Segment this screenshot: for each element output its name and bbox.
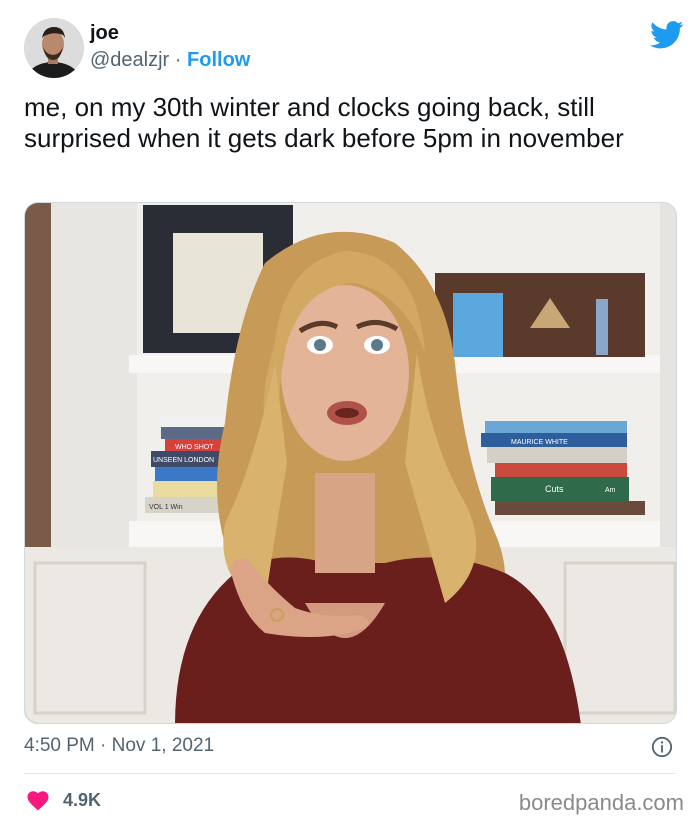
book-spine-1: WHO SHOT [175,444,214,451]
handle-separator: · [174,49,182,71]
tweet-text: me, on my 30th winter and clocks going b… [24,92,624,153]
info-icon[interactable] [651,736,673,758]
book-spine-6: Am [605,487,616,494]
heart-icon[interactable] [26,789,50,811]
author-handle-row: @dealzjr · Follow [90,49,250,72]
avatar-image [24,18,84,78]
avatar[interactable] [24,18,84,78]
tweet-media[interactable]: WHO SHOT UNSEEN LONDON VOL 1 Win MAURICE… [24,202,677,724]
twitter-bird-icon[interactable] [650,20,684,50]
like-count: 4.9K [63,789,102,810]
book-spine-4: MAURICE WHITE [511,439,568,446]
book-spine-2: UNSEEN LONDON [153,457,214,464]
photo-woman-at-bookshelf: WHO SHOT UNSEEN LONDON VOL 1 Win MAURICE… [25,203,676,723]
watermark: boredpanda.com [518,790,684,815]
author-name[interactable]: joe [90,22,119,45]
tweet-header: joe @dealzjr · Follow [24,18,684,80]
tweet-timestamp[interactable]: 4:50 PM · Nov 1, 2021 [24,735,214,757]
like-row[interactable]: 4.9K [26,788,101,812]
divider [24,773,676,774]
book-spine-3: VOL 1 Win [149,504,183,511]
follow-button[interactable]: Follow [187,49,250,71]
book-spine-5: Cuts [545,484,564,494]
author-handle[interactable]: @dealzjr [90,49,169,71]
